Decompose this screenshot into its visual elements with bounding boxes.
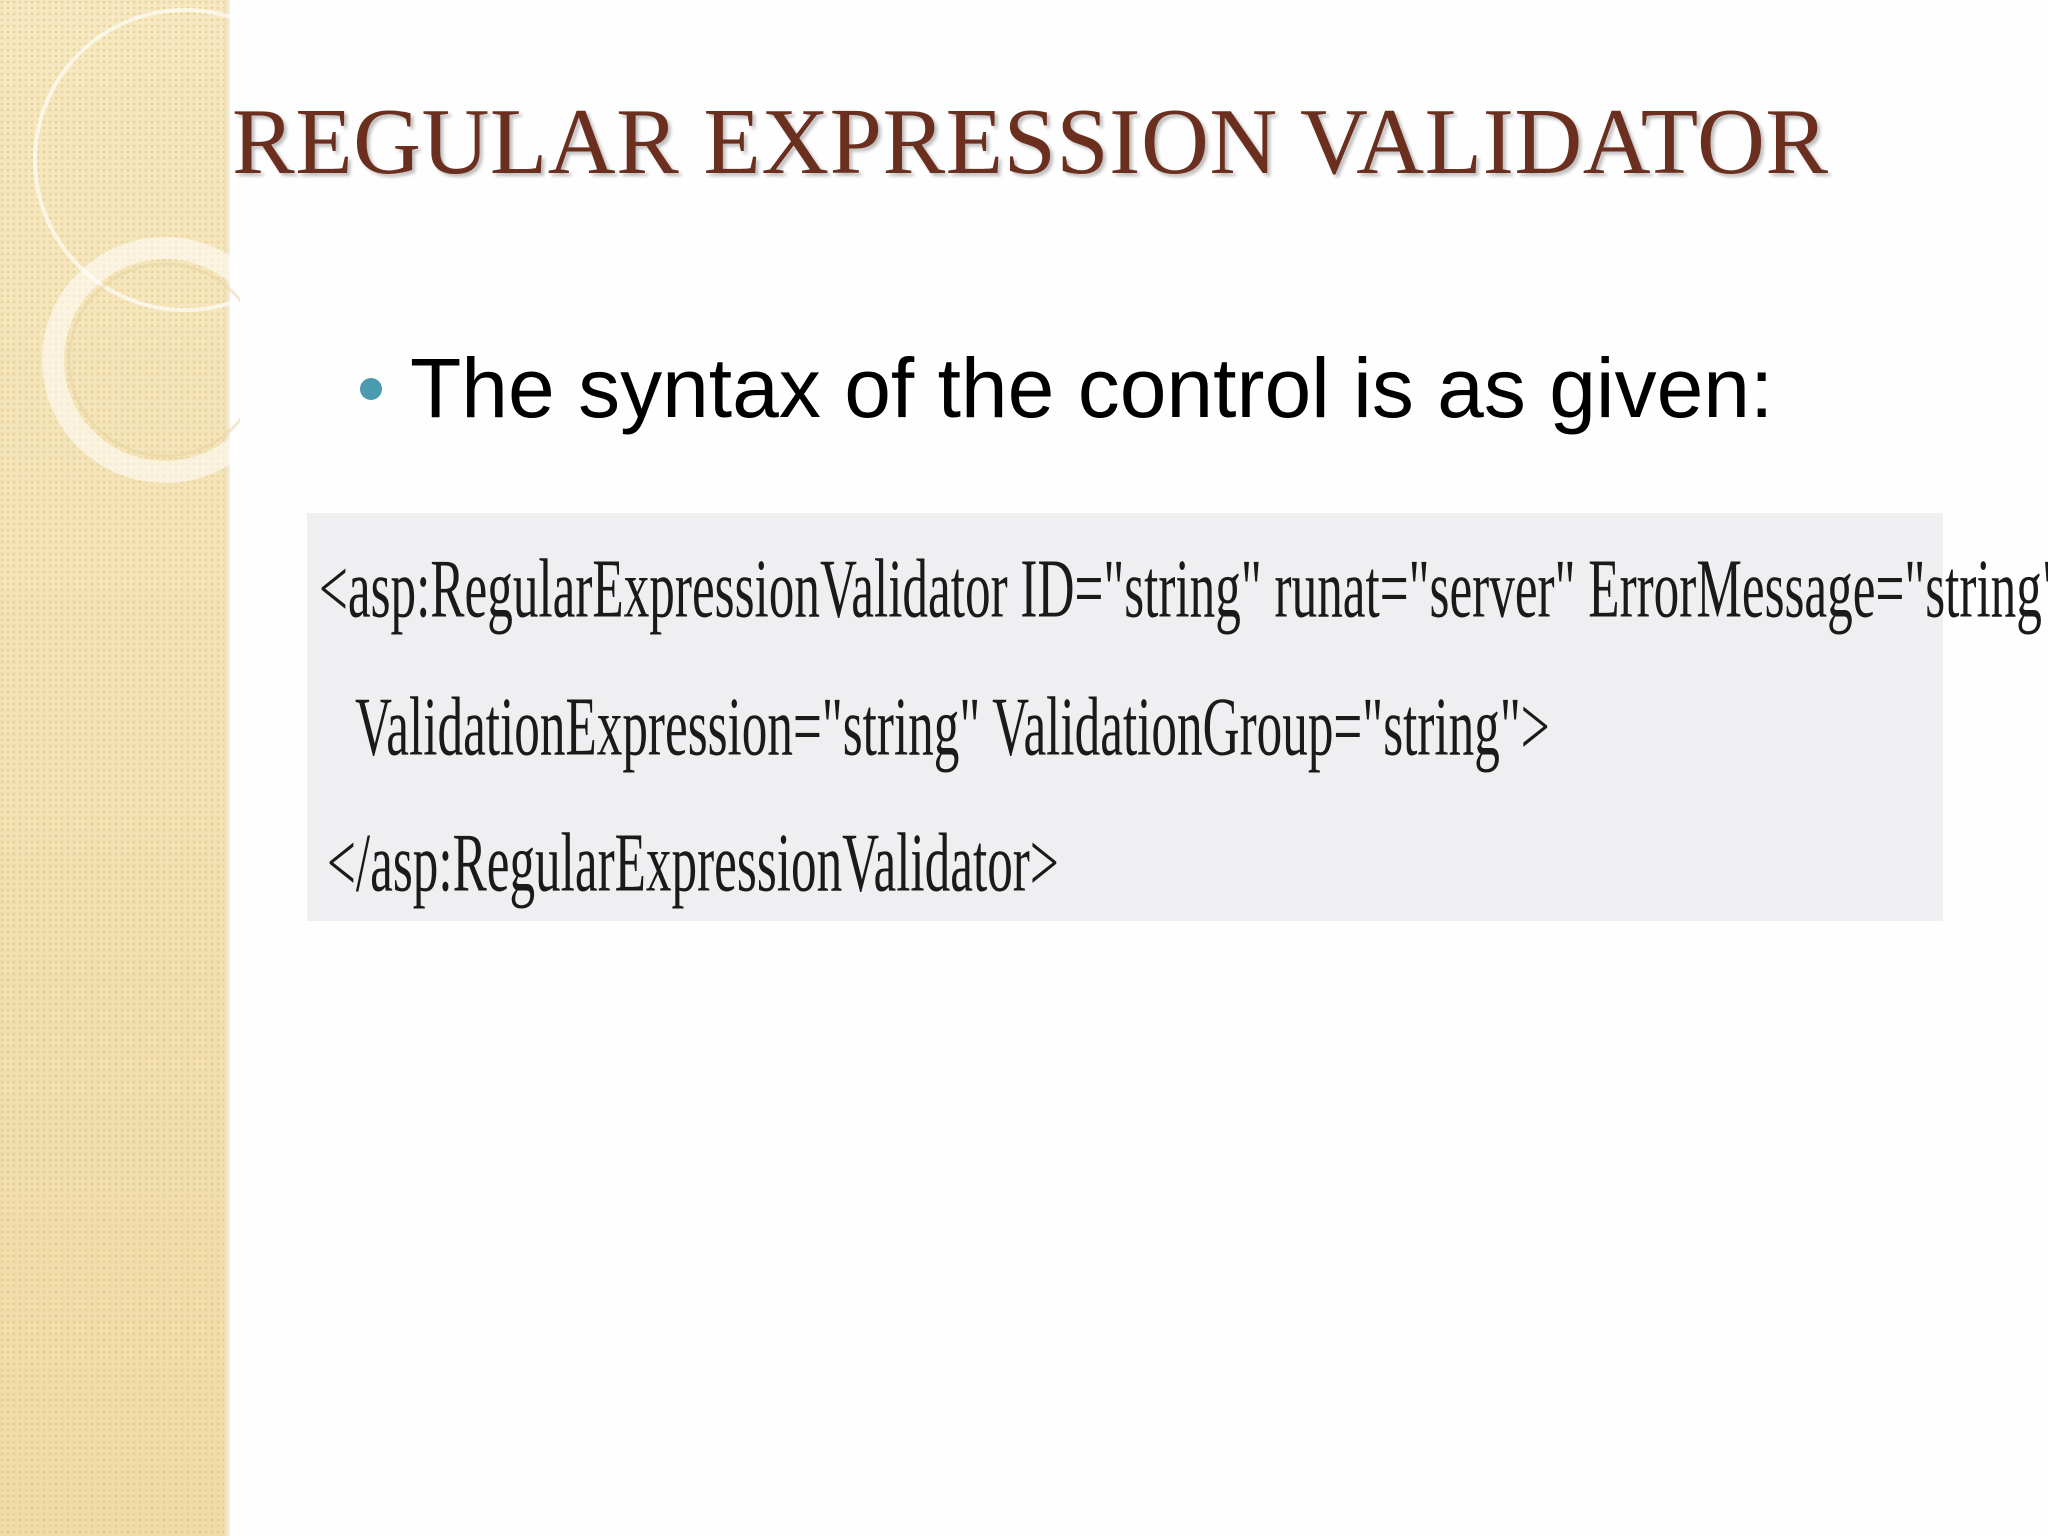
bullet-text: The syntax of the control is as given:: [410, 341, 1774, 435]
bullet-dot-icon: [360, 377, 382, 400]
slide-title: REGULAR EXPRESSION VALIDATOR: [232, 90, 1829, 194]
code-line-1: <asp:RegularExpressionValidator ID="stri…: [319, 542, 2048, 635]
decorative-circles: [33, 8, 240, 483]
slide: REGULAR EXPRESSION VALIDATOR The syntax …: [0, 0, 2048, 1536]
code-snippet-box: <asp:RegularExpressionValidator ID="stri…: [307, 513, 2048, 921]
code-line-2: ValidationExpression="string" Validation…: [355, 680, 1550, 773]
bullet-item: The syntax of the control is as given:: [360, 340, 1773, 437]
code-line-3: </asp:RegularExpressionValidator>: [327, 816, 1059, 909]
